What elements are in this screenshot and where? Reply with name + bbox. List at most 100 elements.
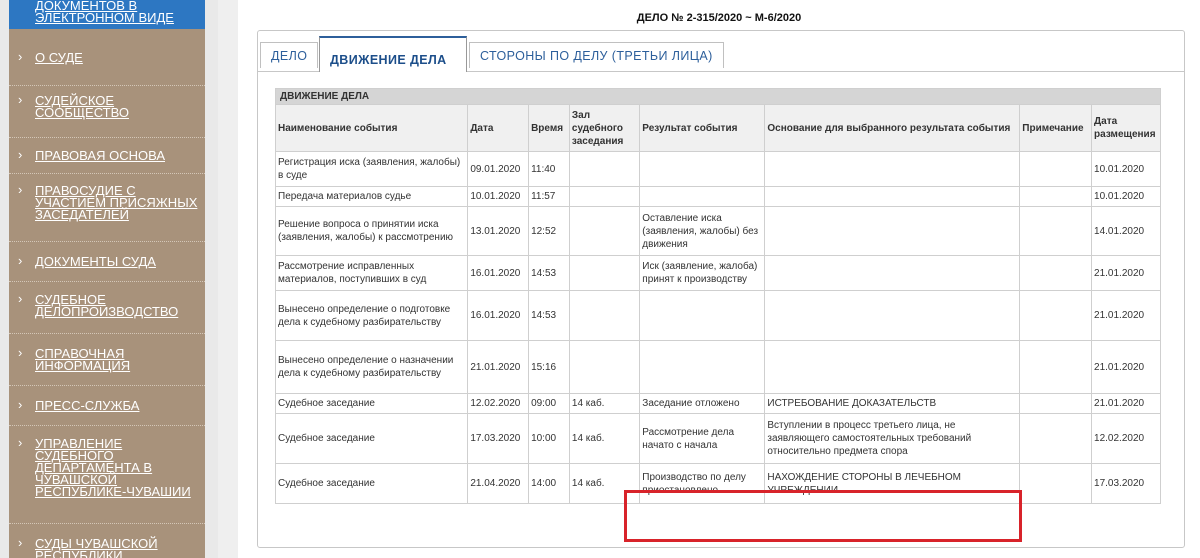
sidebar-item-about[interactable]: › О СУДЕ [9, 29, 205, 86]
table-cell: 17.03.2020 [1091, 463, 1161, 504]
table-cell [1019, 151, 1093, 187]
tab-case-movement[interactable]: ДВИЖЕНИЕ ДЕЛА [319, 36, 467, 72]
chevron-right-icon: › [18, 182, 23, 197]
table-cell [1019, 255, 1093, 291]
table-cell: 10.01.2020 [1091, 151, 1161, 187]
table-row: Судебное заседание 17.03.2020 10:00 14 к… [274, 413, 1161, 464]
sidebar-item-courts-chuvashia[interactable]: › СУДЫ ЧУВАШСКОЙ РЕСПУБЛИКИ [9, 524, 205, 558]
table-cell [568, 340, 641, 394]
page-title: ДЕЛО № 2-315/2020 ~ М-6/2020 [636, 12, 802, 24]
sidebar-item-records-management[interactable]: › СУДЕБНОЕ ДЕЛОПРОИЗВОДСТВО [9, 282, 205, 334]
table-cell [639, 340, 766, 394]
table-cell: Заседание отложено [639, 393, 766, 414]
table-cell: ИСТРЕБОВАНИЕ ДОКАЗАТЕЛЬСТВ [764, 393, 1021, 414]
table-cell: 21.01.2020 [1091, 290, 1161, 341]
chevron-right-icon: › [18, 253, 23, 268]
table-cell [639, 151, 766, 187]
chevron-right-icon: › [18, 92, 23, 107]
table-row: Передача материалов судье 10.01.2020 11:… [274, 186, 1161, 207]
table-cell [568, 290, 641, 341]
sidebar-item-label: ПРАВОСУДИЕ С УЧАСТИЕМ ПРИСЯЖНЫХ ЗАСЕДАТЕ… [35, 183, 198, 222]
chevron-right-icon: › [18, 397, 23, 412]
column-header: Зал судебного заседания [568, 104, 641, 152]
table-cell [764, 255, 1021, 291]
column-header: Наименование события [274, 104, 469, 152]
chevron-right-icon: › [18, 291, 23, 306]
table-cell: Судебное заседание [274, 393, 469, 414]
table-cell [764, 206, 1021, 256]
sidebar-item-label: ПРЕСС-СЛУЖБА [35, 398, 140, 413]
chevron-right-icon: › [18, 435, 23, 450]
table-cell: 17.03.2020 [467, 413, 530, 464]
sidebar-item-court-documents[interactable]: › ДОКУМЕНТЫ СУДА [9, 242, 205, 282]
table-cell: 21.01.2020 [467, 340, 530, 394]
table-cell [764, 151, 1021, 187]
table-cell: 16.01.2020 [467, 255, 530, 291]
table-row: Рассмотрение исправленных материалов, по… [274, 255, 1161, 291]
sidebar-item-label: СПРАВОЧНАЯ ИНФОРМАЦИЯ [35, 346, 131, 373]
table-cell: 14 каб. [568, 393, 641, 414]
sidebar-item-legal-basis[interactable]: › ПРАВОВАЯ ОСНОВА [9, 138, 205, 174]
table-cell: 15:16 [528, 340, 570, 394]
case-panel: ДЕЛО ДВИЖЕНИЕ ДЕЛА СТОРОНЫ ПО ДЕЛУ (ТРЕТ… [257, 30, 1185, 548]
table-cell: 12.02.2020 [467, 393, 530, 414]
table-cell [1019, 186, 1093, 207]
table-cell: Рассмотрение дела начато с начала [639, 413, 766, 464]
table-cell: 09:00 [528, 393, 570, 414]
sidebar-item-judicial-department[interactable]: › УПРАВЛЕНИЕ СУДЕБНОГО ДЕПАРТАМЕНТА В ЧУ… [9, 426, 205, 524]
table-cell: 10.01.2020 [1091, 186, 1161, 207]
table-cell [639, 186, 766, 207]
sidebar-menu: ДОКУМЕНТОВ В ЭЛЕКТРОННОМ ВИДЕ › О СУДЕ ›… [9, 0, 205, 558]
table-row: Регистрация иска (заявления, жалобы) в с… [274, 151, 1161, 187]
section-title: ДВИЖЕНИЕ ДЕЛА [275, 88, 1161, 105]
table-row: Решение вопроса о принятии иска (заявлен… [274, 206, 1161, 256]
table-cell: 14 каб. [568, 413, 641, 464]
table-row: Судебное заседание 21.04.2020 14:00 14 к… [274, 463, 1161, 504]
sidebar-item-jury[interactable]: › ПРАВОСУДИЕ С УЧАСТИЕМ ПРИСЯЖНЫХ ЗАСЕДА… [9, 174, 205, 242]
table-cell [568, 255, 641, 291]
case-movement-table: ДВИЖЕНИЕ ДЕЛА Наименование события Дата … [274, 88, 1161, 504]
main-content: ДЕЛО № 2-315/2020 ~ М-6/2020 ДЕЛО ДВИЖЕН… [238, 0, 1200, 558]
column-header: Дата [467, 104, 530, 152]
table-cell [639, 290, 766, 341]
table-cell [568, 151, 641, 187]
table-cell: Оставление иска (заявления, жалобы) без … [639, 206, 766, 256]
sidebar-item-judicial-community[interactable]: › СУДЕЙСКОЕ СООБЩЕСТВО [9, 86, 205, 138]
table-cell: 12:52 [528, 206, 570, 256]
table-cell: Производство по делу приостановлено [639, 463, 766, 504]
column-header: Дата размещения [1091, 104, 1161, 152]
table-cell: Передача материалов судье [274, 186, 469, 207]
sidebar: ДОКУМЕНТОВ В ЭЛЕКТРОННОМ ВИДЕ › О СУДЕ ›… [0, 0, 218, 558]
table-cell: 14:53 [528, 255, 570, 291]
table-cell: 14:00 [528, 463, 570, 504]
table-cell: Иск (заявление, жалоба) принят к произво… [639, 255, 766, 291]
table-row: Судебное заседание 12.02.2020 09:00 14 к… [274, 393, 1161, 414]
sidebar-item-label: ДОКУМЕНТЫ СУДА [35, 254, 156, 269]
sidebar-item-label: О СУДЕ [35, 50, 83, 65]
column-header: Основание для выбранного результата собы… [764, 104, 1021, 152]
chevron-right-icon: › [18, 147, 23, 162]
table-cell: 21.01.2020 [1091, 340, 1161, 394]
sidebar-item-electronic-docs[interactable]: ДОКУМЕНТОВ В ЭЛЕКТРОННОМ ВИДЕ [9, 0, 205, 29]
table-cell: Решение вопроса о принятии иска (заявлен… [274, 206, 469, 256]
table-cell: 10.01.2020 [467, 186, 530, 207]
table-cell: 16.01.2020 [467, 290, 530, 341]
chevron-right-icon: › [18, 345, 23, 360]
sidebar-item-label: СУДЕЙСКОЕ СООБЩЕСТВО [35, 93, 129, 120]
table-cell [1019, 290, 1093, 341]
table-row: Вынесено определение о подготовке дела к… [274, 290, 1161, 341]
tab-case[interactable]: ДЕЛО [260, 42, 319, 68]
table-cell: НАХОЖДЕНИЕ СТОРОНЫ В ЛЕЧЕБНОМ УЧРЕЖДЕНИИ [764, 463, 1021, 504]
table-cell [764, 340, 1021, 394]
table-cell [1019, 340, 1093, 394]
table-cell: 11:57 [528, 186, 570, 207]
sidebar-item-press-service[interactable]: › ПРЕСС-СЛУЖБА [9, 386, 205, 426]
column-header: Результат события [639, 104, 766, 152]
sidebar-item-reference-info[interactable]: › СПРАВОЧНАЯ ИНФОРМАЦИЯ [9, 334, 205, 386]
table-cell [1019, 393, 1093, 414]
table-cell [568, 186, 641, 207]
table-cell: 21.01.2020 [1091, 393, 1161, 414]
table-cell [764, 290, 1021, 341]
table-cell: 13.01.2020 [467, 206, 530, 256]
tab-parties[interactable]: СТОРОНЫ ПО ДЕЛУ (ТРЕТЬИ ЛИЦА) [469, 42, 724, 68]
